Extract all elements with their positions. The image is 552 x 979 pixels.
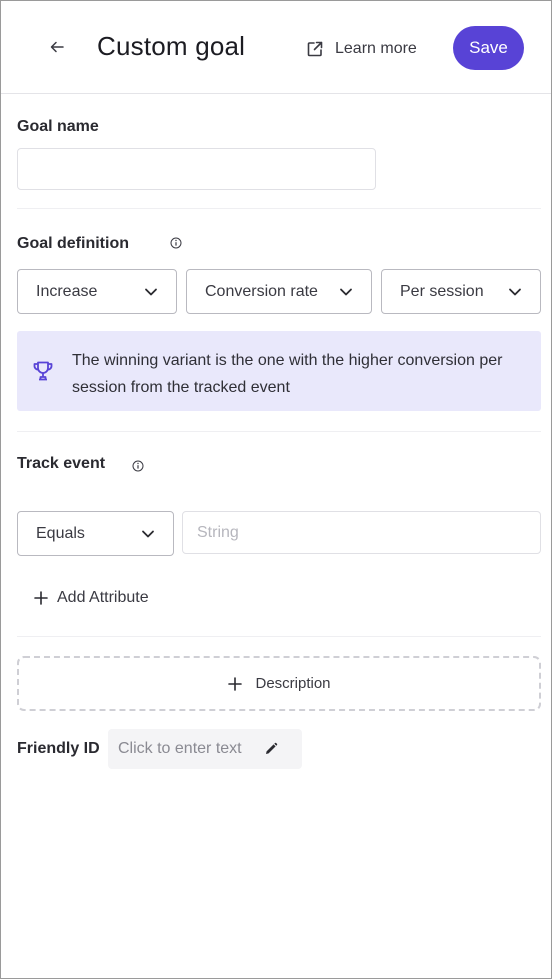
description-label: Description [255,675,331,692]
page-title: Custom goal [97,31,246,61]
metric-value: Conversion rate [205,282,318,300]
track-event-label: Track event [17,455,106,472]
operator-value: Equals [36,524,85,542]
chevron-down-icon [509,288,521,295]
chevron-down-icon [142,530,154,537]
metric-select[interactable]: Conversion rate [186,269,372,314]
friendly-id-placeholder: Click to enter text [118,740,242,757]
header: Custom goal Learn more Save [1,1,551,94]
pencil-icon [265,742,277,754]
friendly-id-label: Friendly ID [17,740,100,757]
divider [17,431,541,432]
direction-value: Increase [36,282,98,300]
chevron-down-icon [145,288,157,295]
custom-goal-panel: Custom goal Learn more Save Goal name Go… [0,0,552,979]
trophy-icon [33,361,53,381]
plus-icon [228,676,243,691]
arrow-left-icon [50,41,64,53]
divider [17,636,541,637]
event-value-placeholder: String [197,523,239,541]
learn-more-link[interactable]: Learn more [305,35,417,63]
info-icon[interactable] [170,237,182,249]
save-button[interactable]: Save [453,26,524,70]
goal-name-label: Goal name [17,118,99,135]
add-attribute-label: Add Attribute [57,589,149,606]
scope-value: Per session [400,282,484,300]
goal-name-input[interactable] [17,148,376,190]
goal-info-box: The winning variant is the one with the … [17,331,541,411]
info-icon[interactable] [132,460,144,472]
add-attribute-button[interactable]: Add Attribute [33,585,149,611]
plus-icon [34,591,48,605]
external-link-icon [307,41,323,57]
learn-more-label: Learn more [335,40,417,57]
event-value-input[interactable]: String [182,511,541,554]
add-description-button[interactable]: Description [17,656,541,711]
direction-select[interactable]: Increase [17,269,177,314]
chevron-down-icon [340,288,352,295]
goal-definition-label: Goal definition [17,235,129,252]
friendly-id-field[interactable]: Click to enter text [108,729,302,769]
operator-select[interactable]: Equals [17,511,174,556]
scope-select[interactable]: Per session [381,269,541,314]
goal-info-text: The winning variant is the one with the … [72,352,503,396]
divider [17,208,541,209]
back-button[interactable] [43,33,71,61]
